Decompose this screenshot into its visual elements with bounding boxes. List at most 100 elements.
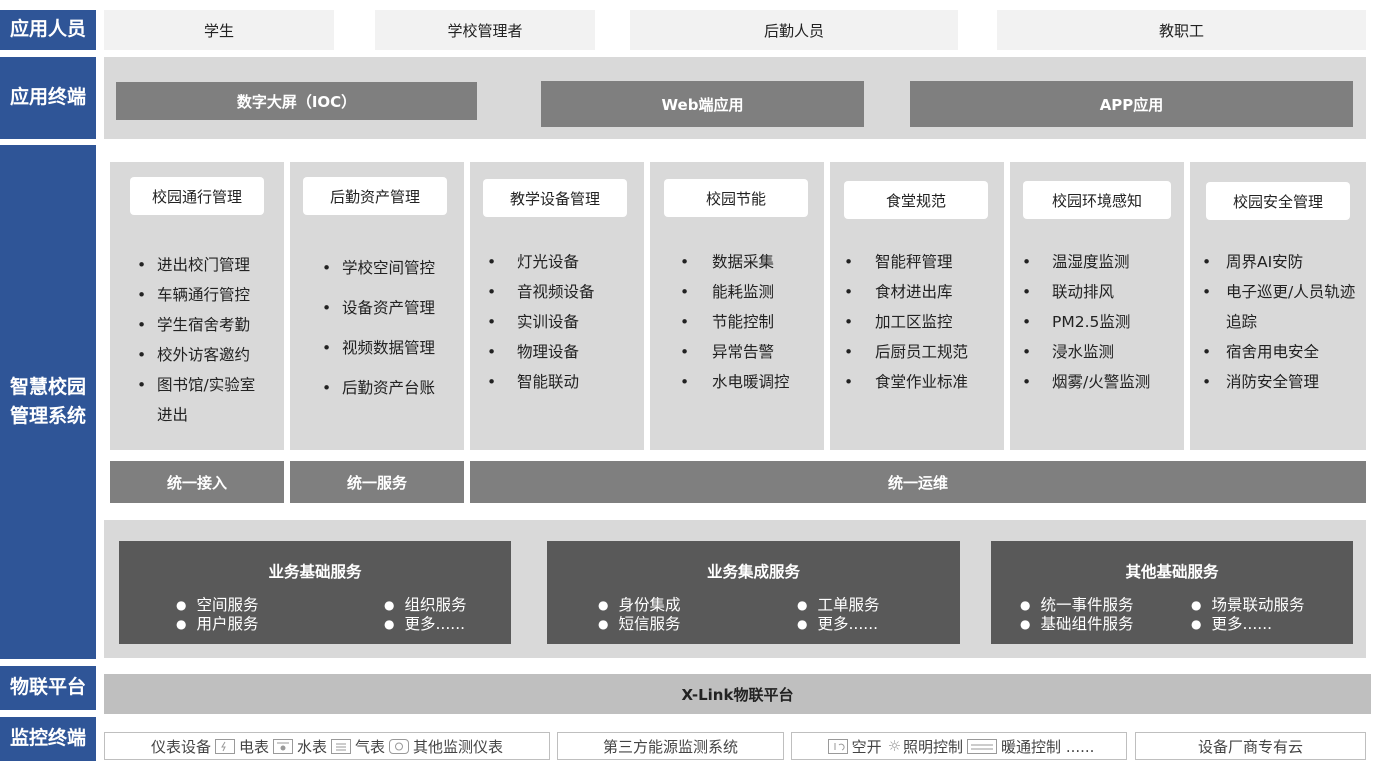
row-label-system-text: 智慧校园管理系统 [9,375,86,427]
user-student: 学生 [104,10,334,50]
hvac-icon [967,738,998,754]
row-label-monitor: 监控终端 [0,717,96,761]
module-title: 后勤资产管理 [303,177,447,215]
service-item: 工单服务 [797,595,879,616]
terminal-web: Web端应用 [541,81,864,127]
third-party-energy-system-box: 第三方能源监测系统 [557,732,784,760]
control-label: 暖通控制 ...... [1001,737,1095,756]
service-box-other-base: 其他基础服务 统一事件服务 场景联动服务 基础组件服务 更多...... [991,541,1353,644]
breaker-icon [827,738,848,754]
monitor-meters-box: 仪表设备 电表 水表 气表 其他监测仪表 [104,732,550,760]
module-feature: 浸水监测 [1020,337,1182,367]
water-meter-icon [272,738,293,754]
meter-label: 其他监测仪表 [413,737,504,756]
vendor-cloud-box: 设备厂商专有云 [1135,732,1366,760]
service-item: 空间服务 [176,595,258,616]
module-feature: 音视频设备 [485,277,635,307]
module-feature: PM2.5监测 [1020,307,1182,337]
module-feature: 灯光设备 [485,247,635,277]
module-feature: 能耗监测 [678,277,824,307]
module-feature: 联动排风 [1020,277,1182,307]
unified-access-bar: 统一接入 [110,461,284,503]
unified-ops-bar: 统一运维 [470,461,1366,503]
monitor-controls-box: 空开 ☼ 照明控制 暖通控制 ...... [791,732,1127,760]
module-feature-list: 学校空间管控 设备资产管理 视频数据管理 后勤资产台账 [320,248,460,408]
service-item: 更多...... [384,614,465,635]
module-feature: 节能控制 [678,307,824,337]
module-feature: 宿舍用电安全 [1200,337,1360,367]
meter-label: 电表 [238,737,269,756]
module-title: 校园安全管理 [1206,182,1350,220]
service-item: 用户服务 [176,614,258,635]
service-item: 基础组件服务 [1020,614,1133,635]
module-feature: 食堂作业标准 [842,367,1004,397]
user-logistics-staff: 后勤人员 [630,10,958,50]
service-box-business-base: 业务基础服务 空间服务 组织服务 用户服务 更多...... [119,541,511,644]
row-label-iot: 物联平台 [0,666,96,710]
module-title: 校园通行管理 [130,177,264,215]
module-feature: 电子巡更/人员轨迹追踪 [1200,277,1358,337]
row-label-terminals: 应用终端 [0,57,96,139]
electric-meter-icon [214,738,235,754]
service-item: 场景联动服务 [1191,595,1304,616]
service-item: 身份集成 [598,595,680,616]
module-feature: 物理设备 [485,337,635,367]
module-feature: 温湿度监测 [1020,247,1182,277]
module-title: 食堂规范 [844,181,988,219]
service-item: 组织服务 [384,595,466,616]
module-feature: 数据采集 [678,247,824,277]
light-icon: ☼ [887,737,902,755]
meter-label: 水表 [296,737,327,756]
other-meter-icon [389,738,410,754]
module-feature-list: 数据采集 能耗监测 节能控制 异常告警 水电暖调控 [678,247,824,397]
service-item: 更多...... [1191,614,1272,635]
service-item: 更多...... [797,614,878,635]
module-feature: 设备资产管理 [320,288,460,328]
service-box-title: 其他基础服务 [1125,563,1219,581]
user-school-admin: 学校管理者 [375,10,595,50]
module-feature: 视频数据管理 [320,328,460,368]
row-label-users: 应用人员 [0,10,96,50]
module-feature: 后勤资产台账 [320,368,460,408]
module-feature: 学校空间管控 [320,248,460,288]
module-feature: 后厨员工规范 [842,337,1004,367]
module-feature: 智能秤管理 [842,247,1004,277]
service-box-business-integration: 业务集成服务 身份集成 工单服务 短信服务 更多...... [547,541,960,644]
module-feature: 烟雾/火警监测 [1020,367,1182,397]
module-feature: 智能联动 [485,367,635,397]
row-label-system: 智慧校园管理系统 [0,145,96,659]
gas-meter-icon [331,738,351,754]
module-feature: 周界AI安防 [1200,247,1360,277]
module-column: 校园安全管理 周界AI安防 电子巡更/人员轨迹追踪 宿舍用电安全 消防安全管理 [1190,162,1366,450]
module-column: 校园节能 数据采集 能耗监测 节能控制 异常告警 水电暖调控 [650,162,824,450]
module-feature: 图书馆/实验室进出 [135,370,257,430]
module-feature: 车辆通行管控 [135,280,275,310]
module-column: 后勤资产管理 学校空间管控 设备资产管理 视频数据管理 后勤资产台账 [290,162,464,450]
iot-platform-bar: X-Link物联平台 [104,674,1371,714]
terminal-ioc: 数字大屏（IOC） [116,82,477,120]
module-feature-list: 智能秤管理 食材进出库 加工区监控 后厨员工规范 食堂作业标准 [842,247,1004,397]
module-feature: 水电暖调控 [678,367,824,397]
meters-lead-label: 仪表设备 [150,737,211,756]
module-feature: 校外访客邀约 [135,340,275,370]
module-feature-list: 周界AI安防 电子巡更/人员轨迹追踪 宿舍用电安全 消防安全管理 [1200,247,1360,397]
control-label: 空开 [851,737,882,756]
module-column: 校园环境感知 温湿度监测 联动排风 PM2.5监测 浸水监测 烟雾/火警监测 [1010,162,1184,450]
module-feature-list: 进出校门管理 车辆通行管控 学生宿舍考勤 校外访客邀约 图书馆/实验室进出 [135,250,275,430]
meter-label: 气表 [355,737,386,756]
module-feature: 实训设备 [485,307,635,337]
module-feature: 学生宿舍考勤 [135,310,275,340]
terminal-app: APP应用 [910,81,1353,127]
module-column: 教学设备管理 灯光设备 音视频设备 实训设备 物理设备 智能联动 [470,162,644,450]
module-title: 校园节能 [664,179,808,217]
module-column: 校园通行管理 进出校门管理 车辆通行管控 学生宿舍考勤 校外访客邀约 图书馆/实… [110,162,284,450]
module-feature: 食材进出库 [842,277,1004,307]
module-title: 教学设备管理 [483,179,627,217]
service-item: 统一事件服务 [1020,595,1133,616]
user-faculty: 教职工 [997,10,1366,50]
service-box-title: 业务集成服务 [706,563,800,581]
module-column: 食堂规范 智能秤管理 食材进出库 加工区监控 后厨员工规范 食堂作业标准 [830,162,1004,450]
module-feature: 异常告警 [678,337,824,367]
module-title: 校园环境感知 [1023,181,1171,219]
module-feature: 消防安全管理 [1200,367,1360,397]
